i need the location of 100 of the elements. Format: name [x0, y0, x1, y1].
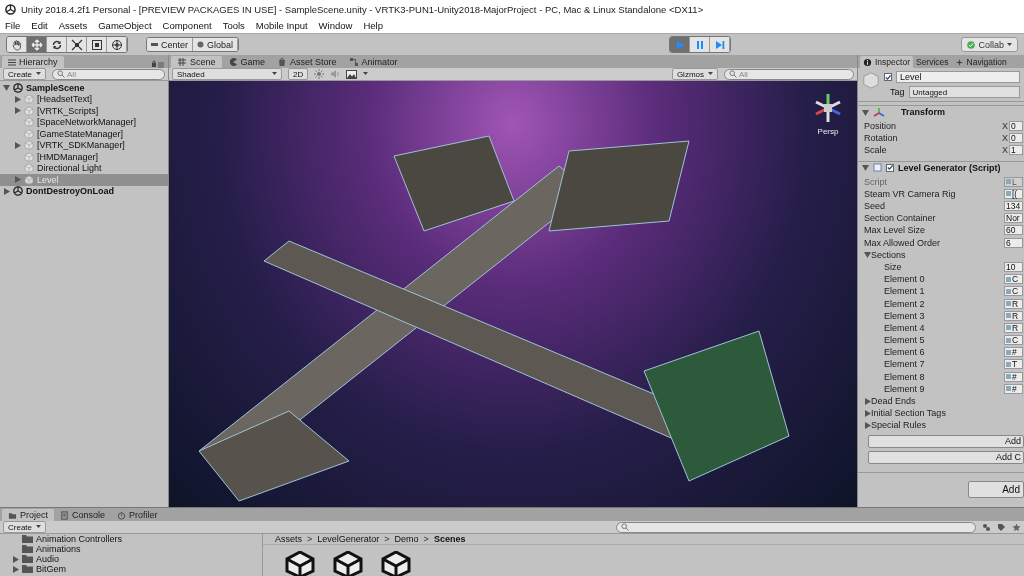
expand-arrow-icon[interactable]	[3, 187, 10, 195]
foldout-arrow-icon[interactable]	[862, 108, 869, 116]
object-field[interactable]: R	[1004, 310, 1023, 321]
expand-arrow-icon[interactable]	[14, 95, 21, 103]
services-tab[interactable]: Services	[912, 56, 952, 68]
number-field[interactable]: 0	[1009, 133, 1023, 144]
expand-arrow-icon[interactable]	[14, 176, 21, 184]
add-button[interactable]: Add C	[868, 450, 1024, 464]
value-field[interactable]: 60	[1004, 225, 1023, 236]
play-button[interactable]	[670, 37, 691, 52]
object-field[interactable]: R	[1004, 298, 1023, 309]
scale-tool-button[interactable]	[67, 37, 87, 52]
console-tab[interactable]: Console	[54, 509, 112, 521]
scene-asset-icon[interactable]	[285, 551, 315, 576]
menu-item[interactable]: Component	[162, 20, 212, 31]
foldout-label[interactable]: Initial Section Tags	[871, 408, 1023, 419]
expand-arrow-icon[interactable]	[12, 555, 19, 563]
foldout-arrow-icon[interactable]	[862, 164, 869, 172]
expand-arrow-icon[interactable]	[14, 107, 21, 115]
hierarchy-item[interactable]: Directional Light	[0, 162, 168, 174]
folder-item[interactable]: BitGem	[36, 564, 66, 574]
breadcrumb-item[interactable]: Demo	[394, 534, 419, 544]
foldout-label[interactable]: Sections	[871, 249, 1023, 260]
scene-tab[interactable]: Scene	[171, 56, 222, 68]
star-icon[interactable]	[1012, 522, 1021, 532]
foldout-arrow-icon[interactable]	[864, 251, 871, 259]
folder-item[interactable]: Audio	[36, 554, 60, 564]
hierarchy-item[interactable]: [HeadsetText]	[0, 93, 168, 105]
menu-item[interactable]: File	[5, 20, 21, 31]
object-field[interactable]: C	[1004, 335, 1023, 346]
animator-tab[interactable]: Animator	[342, 56, 404, 68]
folder-item[interactable]: Animation Controllers	[36, 534, 123, 544]
image-icon[interactable]	[346, 69, 358, 79]
add-button[interactable]: Add	[868, 434, 1024, 448]
expand-arrow-icon[interactable]	[12, 565, 19, 573]
2d-toggle[interactable]: 2D	[288, 68, 309, 80]
foldout-arrow-icon[interactable]	[864, 409, 871, 417]
hierarchy-item[interactable]: [VRTK_SDKManager]	[0, 139, 168, 151]
pivot-center-button[interactable]: Center	[147, 38, 193, 51]
object-field[interactable]: #	[1004, 371, 1023, 382]
navigation-tab[interactable]: Navigation	[951, 56, 1010, 68]
menu-item[interactable]: Edit	[31, 20, 48, 31]
hand-tool-button[interactable]	[7, 37, 27, 52]
tag-icon[interactable]	[997, 522, 1006, 532]
panel-menu-icon[interactable]	[151, 60, 165, 68]
object-field[interactable]: [(	[1004, 188, 1023, 199]
hierarchy-item[interactable]: [VRTK_Scripts]	[0, 105, 168, 117]
tag-dropdown[interactable]: Untagged	[908, 86, 1020, 98]
number-field[interactable]: 1	[1009, 145, 1023, 156]
menu-item[interactable]: GameObject	[98, 20, 152, 31]
foldout-label[interactable]: Dead Ends	[871, 396, 1023, 407]
search-field[interactable]	[616, 521, 976, 533]
object-field[interactable]: #	[1004, 347, 1023, 358]
breadcrumb-item[interactable]: Scenes	[433, 534, 466, 544]
perspective-label[interactable]: Persp	[817, 127, 839, 136]
inspector-tab[interactable]: Inspector	[860, 56, 913, 68]
menu-item[interactable]: Mobile Input	[255, 20, 308, 31]
menu-item[interactable]: Window	[318, 20, 353, 31]
move-tool-button[interactable]	[27, 37, 47, 52]
foldout-arrow-icon[interactable]	[864, 397, 871, 405]
pivot-global-button[interactable]: Global	[193, 38, 239, 51]
transform-tool-button[interactable]	[107, 37, 127, 52]
breadcrumb-item[interactable]: LevelGenerator	[317, 534, 380, 544]
active-checkbox[interactable]	[884, 73, 892, 81]
create-dropdown[interactable]: Create	[3, 521, 46, 533]
menu-item[interactable]: Assets	[58, 20, 88, 31]
hierarchy-item[interactable]: [SpaceNetworkManager]	[0, 116, 168, 128]
hierarchy-tab[interactable]: Hierarchy	[2, 56, 64, 68]
step-button[interactable]	[710, 37, 731, 52]
value-field[interactable]: 10	[1004, 261, 1023, 272]
profiler-tab[interactable]: Profiler	[111, 509, 164, 521]
rotate-tool-button[interactable]	[47, 37, 67, 52]
value-field[interactable]: Nor	[1004, 213, 1023, 224]
component-title[interactable]: Transform	[901, 107, 945, 117]
expand-arrow-icon[interactable]	[3, 84, 10, 92]
number-field[interactable]: 0	[1009, 121, 1023, 132]
rect-tool-button[interactable]	[87, 37, 107, 52]
value-field[interactable]: 134	[1004, 201, 1023, 212]
name-field[interactable]: Level	[896, 71, 1020, 83]
object-field[interactable]: #	[1004, 383, 1023, 394]
scene-asset-icon[interactable]	[381, 551, 411, 576]
breadcrumb-item[interactable]: Assets	[275, 534, 302, 544]
shading-dropdown[interactable]: Shaded	[172, 68, 282, 80]
enabled-checkbox[interactable]	[886, 163, 894, 172]
filter-icon[interactable]	[982, 522, 991, 532]
hierarchy-item[interactable]: [GameStateManager]	[0, 128, 168, 140]
menu-item[interactable]: Help	[363, 20, 383, 31]
hierarchy-item[interactable]: [HMDManager]	[0, 151, 168, 163]
pause-button[interactable]	[690, 37, 711, 52]
value-field[interactable]: 6	[1004, 237, 1023, 248]
foldout-label[interactable]: Special Rules	[871, 420, 1023, 431]
add-component-button[interactable]: Add	[968, 480, 1024, 498]
collab-button[interactable]: Collab	[961, 37, 1018, 52]
component-title[interactable]: Level Generator (Script)	[898, 162, 1001, 173]
menu-item[interactable]: Tools	[222, 20, 245, 31]
object-field[interactable]: C	[1004, 274, 1023, 285]
expand-arrow-icon[interactable]	[14, 141, 21, 149]
object-field[interactable]: C	[1004, 286, 1023, 297]
object-field[interactable]: T	[1004, 359, 1023, 370]
object-field[interactable]: R	[1004, 322, 1023, 333]
